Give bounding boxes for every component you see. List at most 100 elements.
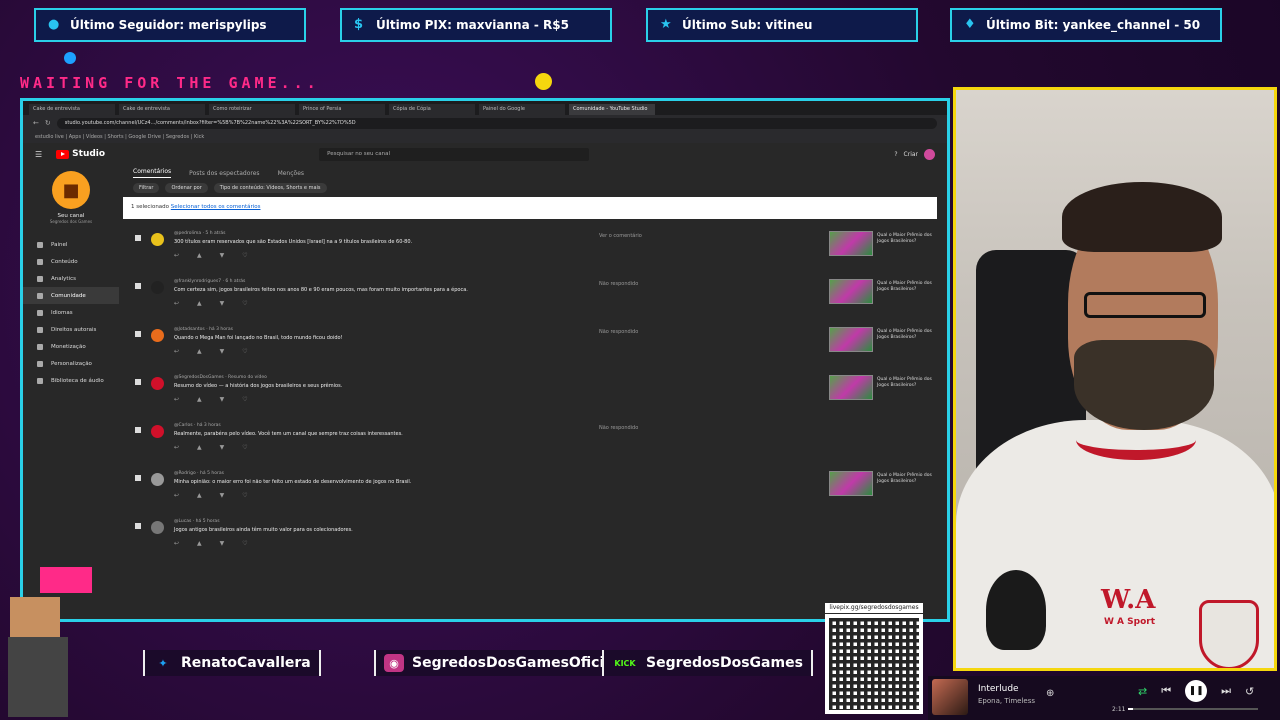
like-icon[interactable]: ▲ xyxy=(197,348,202,355)
shuffle-icon[interactable]: ⇄ xyxy=(1138,685,1147,698)
reply-icon[interactable]: ↩ xyxy=(174,300,179,307)
video-title[interactable]: Qual o Maior Prêmio dos Jogos Brasileiro… xyxy=(877,377,937,389)
like-icon[interactable]: ▲ xyxy=(197,444,202,451)
add-icon[interactable]: ⊕ xyxy=(1046,688,1054,699)
heart-icon[interactable]: ♡ xyxy=(242,444,247,451)
browser-tab[interactable]: Como roteirizar xyxy=(209,104,295,115)
heart-icon[interactable]: ♡ xyxy=(242,492,247,499)
reply-icon[interactable]: ↩ xyxy=(174,492,179,499)
select-checkbox[interactable] xyxy=(135,283,141,289)
select-all-link[interactable]: Selecionar todos os comentários xyxy=(171,204,261,210)
commenter-avatar[interactable] xyxy=(151,377,164,390)
heart-icon[interactable]: ♡ xyxy=(242,540,247,547)
nav-item-community[interactable]: Comunidade xyxy=(23,287,119,304)
dislike-icon[interactable]: ▼ xyxy=(220,396,225,403)
like-icon[interactable]: ▲ xyxy=(197,540,202,547)
video-title[interactable]: Qual o Maior Prêmio dos Jogos Brasileiro… xyxy=(877,329,937,341)
sort-chip[interactable]: Ordenar por xyxy=(165,183,208,193)
select-checkbox[interactable] xyxy=(135,475,141,481)
content-type-chip[interactable]: Tipo de conteúdo: Vídeos, Shorts e mais xyxy=(213,183,327,193)
comment-author[interactable]: @Rodrigo · há 5 horas xyxy=(174,471,594,476)
select-checkbox[interactable] xyxy=(135,331,141,337)
commenter-avatar[interactable] xyxy=(151,521,164,534)
dislike-icon[interactable]: ▼ xyxy=(220,348,225,355)
comment-author[interactable]: @SegredosDosGames · Resumo do vídeo xyxy=(174,375,594,380)
video-thumbnail[interactable] xyxy=(829,471,873,496)
tab-comments[interactable]: Comentários xyxy=(133,168,172,178)
filter-chip[interactable]: Filtrar xyxy=(133,183,160,193)
repeat-icon[interactable]: ↺ xyxy=(1245,685,1254,698)
dislike-icon[interactable]: ▼ xyxy=(220,540,225,547)
browser-tab[interactable]: Cake de entrevista xyxy=(29,104,115,115)
video-title[interactable]: Qual o Maior Prêmio dos Jogos Brasileiro… xyxy=(877,473,937,485)
commenter-avatar[interactable] xyxy=(151,329,164,342)
like-icon[interactable]: ▲ xyxy=(197,252,202,259)
previous-icon[interactable]: ⏮ xyxy=(1161,684,1171,698)
help-icon[interactable]: ? xyxy=(894,151,897,158)
comment-author[interactable]: @Jotadsantos · há 3 horas xyxy=(174,327,594,332)
next-icon[interactable]: ⏭ xyxy=(1221,684,1231,698)
dislike-icon[interactable]: ▼ xyxy=(220,492,225,499)
comment-author[interactable]: @pedrolima · 5 h atrás xyxy=(174,231,594,236)
heart-icon[interactable]: ♡ xyxy=(242,300,247,307)
like-icon[interactable]: ▲ xyxy=(197,396,202,403)
reload-icon[interactable]: ↻ xyxy=(45,119,51,127)
browser-tab[interactable]: Painel do Google xyxy=(479,104,565,115)
progress-bar[interactable] xyxy=(1128,708,1258,710)
nav-item-languages[interactable]: Idiomas xyxy=(23,304,119,321)
dislike-icon[interactable]: ▼ xyxy=(220,444,225,451)
reply-icon[interactable]: ↩ xyxy=(174,444,179,451)
comment-author[interactable]: @Lucas · há 5 horas xyxy=(174,519,594,524)
tab-viewer-posts[interactable]: Posts dos espectadores xyxy=(189,170,259,177)
search-input[interactable]: Pesquisar no seu canal xyxy=(319,147,590,161)
bookmarks-bar[interactable]: estudio live | Apps | Vídeos | Shorts | … xyxy=(23,131,947,143)
video-thumbnail[interactable] xyxy=(829,279,873,304)
dislike-icon[interactable]: ▼ xyxy=(220,252,225,259)
video-title[interactable]: Qual o Maior Prêmio dos Jogos Brasileiro… xyxy=(877,281,937,293)
heart-icon[interactable]: ♡ xyxy=(242,252,247,259)
nav-item-content[interactable]: Conteúdo xyxy=(23,253,119,270)
reply-icon[interactable]: ↩ xyxy=(174,540,179,547)
comment-author[interactable]: @franklynrodrigues7 · 6 h atrás xyxy=(174,279,594,284)
channel-avatar[interactable]: ■ xyxy=(52,171,90,209)
url-input[interactable]: studio.youtube.com/channel/UCz4…/comment… xyxy=(56,117,937,129)
commenter-avatar[interactable] xyxy=(151,281,164,294)
dislike-icon[interactable]: ▼ xyxy=(220,300,225,307)
like-icon[interactable]: ▲ xyxy=(197,300,202,307)
studio-logo[interactable]: Studio xyxy=(56,149,105,159)
browser-tab[interactable]: Cake de entrevista xyxy=(119,104,205,115)
reply-icon[interactable]: ↩ xyxy=(174,396,179,403)
nav-item-dashboard[interactable]: Painel xyxy=(23,236,119,253)
nav-item-copyright[interactable]: Direitos autorais xyxy=(23,321,119,338)
video-thumbnail[interactable] xyxy=(829,327,873,352)
select-checkbox[interactable] xyxy=(135,379,141,385)
select-checkbox[interactable] xyxy=(135,523,141,529)
nav-item-audio-library[interactable]: Biblioteca de áudio xyxy=(23,372,119,389)
select-checkbox[interactable] xyxy=(135,427,141,433)
back-icon[interactable]: ← xyxy=(33,119,39,127)
pause-button[interactable]: ❚❚ xyxy=(1185,680,1208,702)
avatar[interactable] xyxy=(924,148,935,160)
heart-icon[interactable]: ♡ xyxy=(242,396,247,403)
heart-icon[interactable]: ♡ xyxy=(242,348,247,355)
video-title[interactable]: Qual o Maior Prêmio dos Jogos Brasileiro… xyxy=(877,233,937,245)
like-icon[interactable]: ▲ xyxy=(197,492,202,499)
commenter-avatar[interactable] xyxy=(151,473,164,486)
browser-tab-active[interactable]: Comunidade - YouTube Studio xyxy=(569,104,655,115)
tab-mentions[interactable]: Menções xyxy=(278,170,304,177)
commenter-avatar[interactable] xyxy=(151,425,164,438)
create-button[interactable]: Criar xyxy=(904,151,918,158)
nav-item-analytics[interactable]: Analytics xyxy=(23,270,119,287)
nav-item-customization[interactable]: Personalização xyxy=(23,355,119,372)
browser-tab[interactable]: Cópia de Cópia xyxy=(389,104,475,115)
reply-icon[interactable]: ↩ xyxy=(174,252,179,259)
select-checkbox[interactable] xyxy=(135,235,141,241)
commenter-avatar[interactable] xyxy=(151,233,164,246)
comment-author[interactable]: @Carlos · há 3 horas xyxy=(174,423,594,428)
menu-icon[interactable]: ☰ xyxy=(35,150,42,159)
reply-icon[interactable]: ↩ xyxy=(174,348,179,355)
video-thumbnail[interactable] xyxy=(829,375,873,400)
video-thumbnail[interactable] xyxy=(829,231,873,256)
nav-item-monetization[interactable]: Monetização xyxy=(23,338,119,355)
browser-tab[interactable]: Prince of Persia xyxy=(299,104,385,115)
